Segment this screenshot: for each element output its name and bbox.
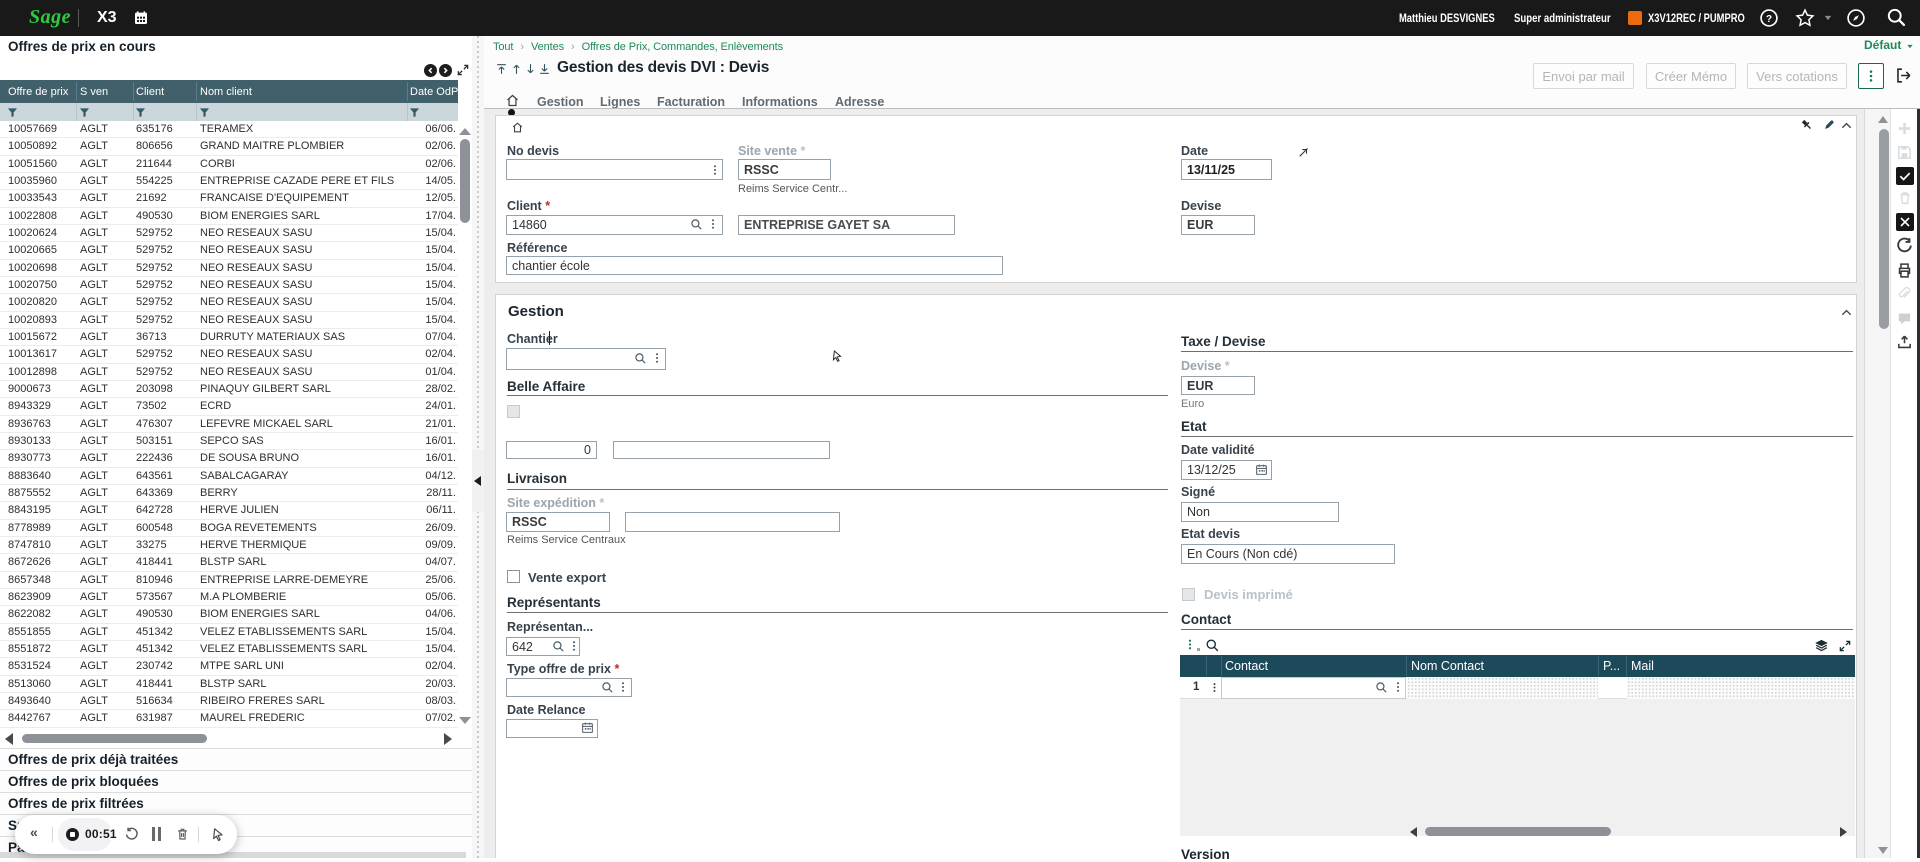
svg-text:?: ? (1766, 14, 1772, 25)
